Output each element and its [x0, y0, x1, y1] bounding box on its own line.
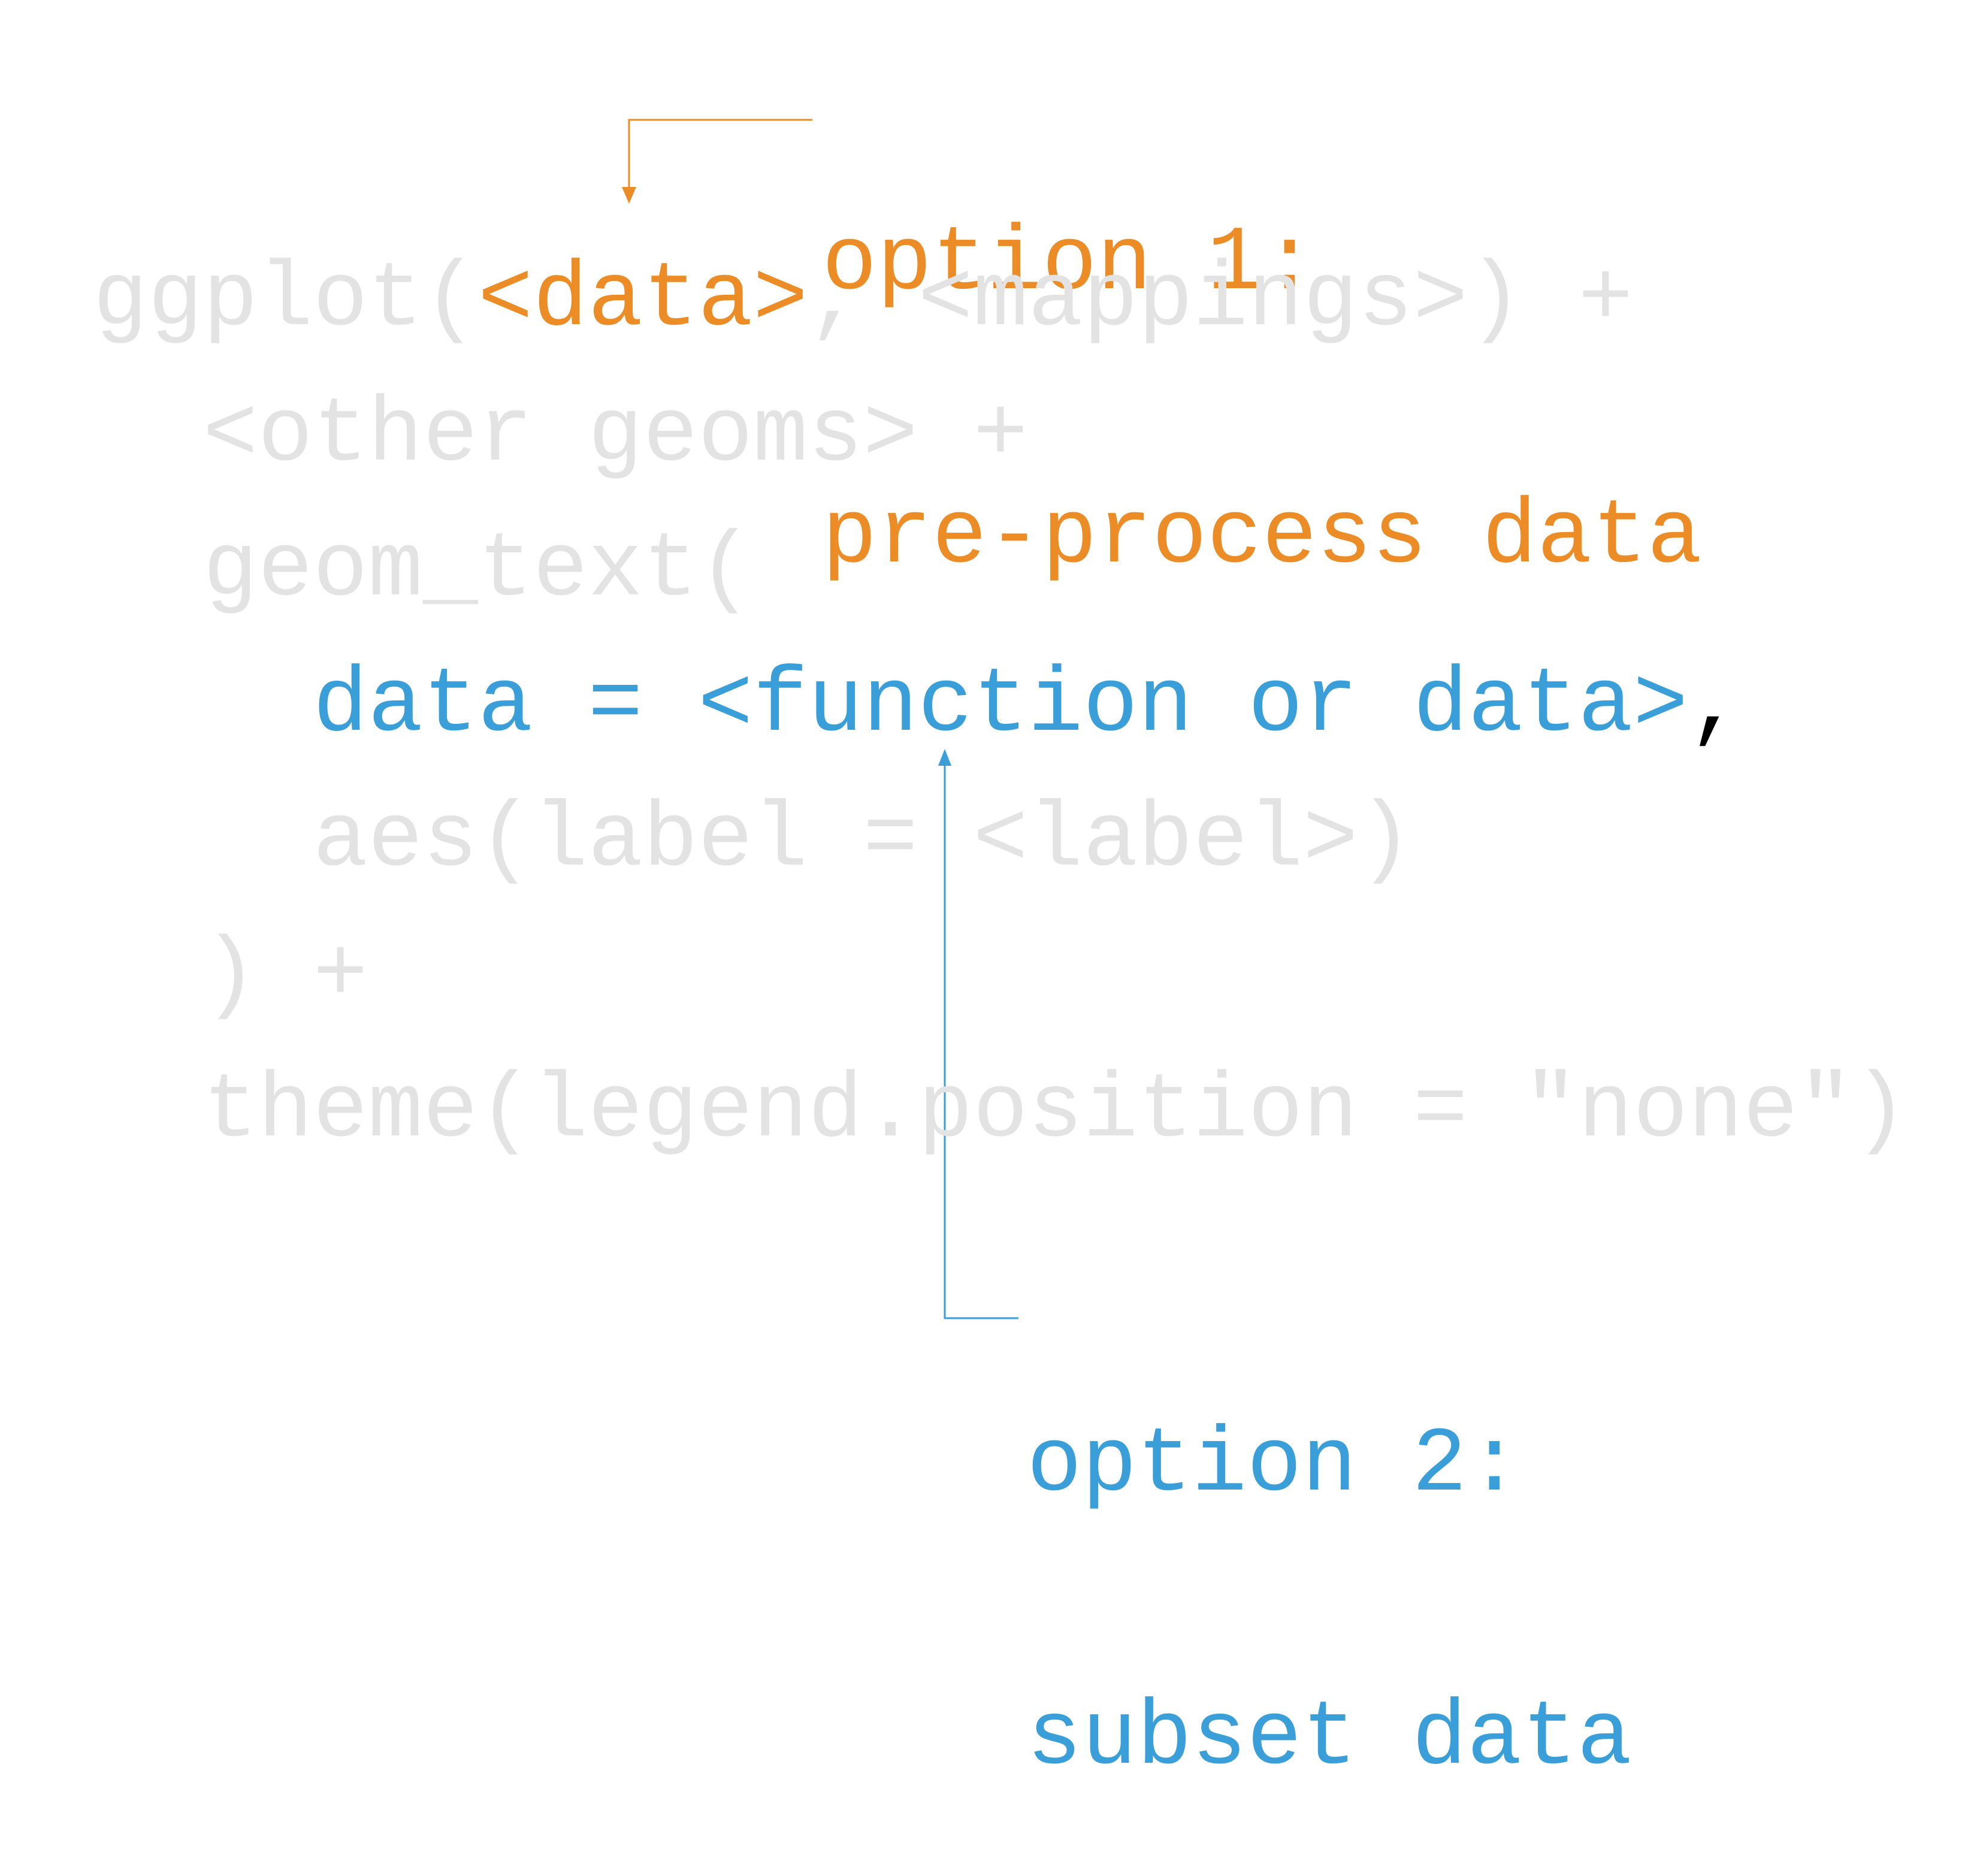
data-arg-indent: [93, 654, 313, 757]
code-line-close-paren: ) +: [93, 924, 368, 1028]
code-line-aes: aes(label = <label>): [93, 789, 1413, 892]
option2-title: option 2:: [1027, 1413, 1522, 1517]
ggplot-call-open: ggplot(: [93, 248, 478, 352]
option1-connector-line: [628, 119, 812, 191]
data-arg-function-or-data: data = <function or data>: [313, 654, 1688, 757]
code-line-other-geoms: <other geoms> +: [93, 383, 1028, 487]
code-line-ggplot: ggplot(<data>, <mappings>) +: [93, 254, 1633, 346]
data-placeholder: <data>: [477, 248, 808, 352]
code-line-data-arg: data = <function or data>,: [93, 660, 1743, 751]
code-line-geom-text: geom_text(: [93, 518, 753, 622]
option2-annotation: option 2: subset data: [1027, 1236, 1632, 1876]
code-line-theme: theme(legend.position = "none"): [93, 1059, 1908, 1163]
option1-annotation: option 1: pre-process data: [822, 35, 1702, 675]
option2-description: subset data: [1027, 1687, 1632, 1790]
data-arg-comma: ,: [1688, 654, 1743, 757]
ggplot-call-rest: , <mappings>) +: [808, 248, 1633, 352]
option1-arrowhead: [622, 187, 636, 204]
option1-description: pre-process data: [822, 485, 1703, 589]
